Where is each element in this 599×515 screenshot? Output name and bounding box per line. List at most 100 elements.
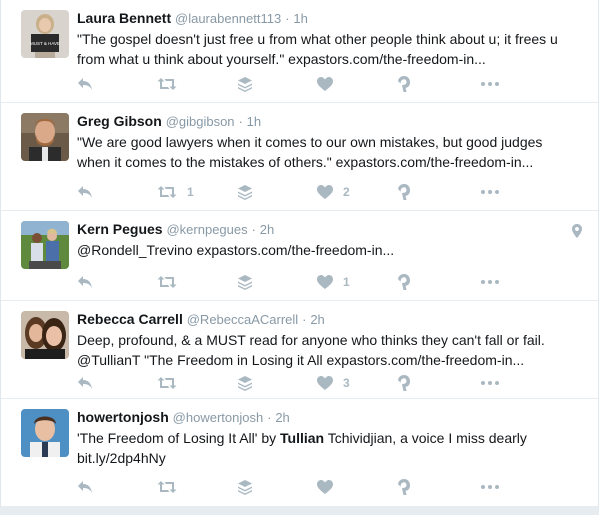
highlighted-term: Tullian [280, 430, 325, 446]
more-icon [481, 485, 499, 489]
user-handle[interactable]: @laurabennett113 [175, 11, 281, 26]
more-button[interactable] [477, 82, 541, 86]
avatar[interactable] [21, 221, 69, 269]
reply-button[interactable] [77, 376, 157, 390]
tweet-text: Deep, profound, & a MUST read for anyone… [77, 330, 586, 370]
tweet-text: 'The Freedom of Losing It All' by Tullia… [77, 428, 586, 468]
like-button[interactable]: 1 [317, 275, 397, 289]
tweet-text-line: "We are good lawyers when it comes to ou… [77, 134, 543, 150]
display-name[interactable]: Laura Bennett [77, 10, 171, 26]
vine-button[interactable] [397, 375, 477, 391]
more-icon [481, 381, 499, 385]
separator: · [302, 312, 307, 327]
moments-button[interactable] [237, 479, 317, 495]
tweet-link[interactable]: bit.ly/2dp4hNy [77, 448, 586, 468]
reply-icon [78, 481, 92, 493]
more-button[interactable] [477, 280, 541, 284]
tweet-text-line: 'The Freedom of Losing It All' by Tullia… [77, 428, 586, 448]
tweet-text-segment: Tchividjian, a voice I miss dearly [324, 430, 527, 446]
avatar-sign-text: MUST & HAVE [30, 41, 60, 46]
separator: · [285, 11, 290, 26]
moments-button[interactable] [237, 76, 317, 92]
retweet-button[interactable]: 1 [157, 185, 237, 199]
tweet[interactable]: Rebecca Carrell @RebeccaACarrell · 2h De… [1, 301, 598, 399]
like-count: 2 [343, 185, 350, 199]
display-name[interactable]: Greg Gibson [77, 113, 162, 129]
tweet[interactable]: Kern Pegues @kernpegues · 2h @Rondell_Tr… [1, 211, 598, 301]
like-button[interactable] [317, 480, 397, 494]
separator: · [267, 410, 272, 425]
layers-icon [238, 480, 252, 495]
reply-button[interactable] [77, 480, 157, 494]
more-icon [481, 190, 499, 194]
vine-icon [398, 274, 410, 290]
heart-icon [317, 376, 333, 390]
layers-icon [238, 376, 252, 391]
retweet-icon [157, 78, 177, 90]
avatar[interactable]: MUST & HAVE [21, 10, 69, 58]
retweet-button[interactable] [157, 376, 237, 390]
timestamp[interactable]: 2h [260, 222, 274, 237]
retweet-button[interactable] [157, 77, 237, 91]
vine-button[interactable] [397, 274, 477, 290]
layers-icon [238, 275, 252, 290]
avatar[interactable] [21, 409, 69, 457]
user-handle[interactable]: @gibgibson [166, 114, 235, 129]
moments-button[interactable] [237, 184, 317, 200]
separator: · [238, 114, 243, 129]
like-button[interactable] [317, 77, 397, 91]
avatar[interactable] [21, 311, 69, 359]
retweet-count: 1 [187, 185, 194, 199]
moments-button[interactable] [237, 274, 317, 290]
more-button[interactable] [477, 381, 541, 385]
user-handle[interactable]: @RebeccaACarrell [187, 312, 298, 327]
vine-button[interactable] [397, 479, 477, 495]
reply-button[interactable] [77, 77, 157, 91]
retweet-icon [157, 481, 177, 493]
tweet-text-line: @Rondell_Trevino expastors.com/the-freed… [77, 242, 395, 258]
location-pin-icon[interactable] [572, 224, 582, 238]
tweet-text-line: from what u think about yourself." expas… [77, 51, 486, 67]
tweet[interactable]: Greg Gibson @gibgibson · 1h "We are good… [1, 103, 598, 211]
reply-button[interactable] [77, 275, 157, 289]
tweet[interactable]: MUST & HAVE Laura Bennett @laurabennett1… [1, 0, 598, 103]
more-icon [481, 280, 499, 284]
display-name[interactable]: Kern Pegues [77, 221, 163, 237]
more-icon [481, 82, 499, 86]
tweet-text-line: "The gospel doesn't just free u from wha… [77, 31, 558, 47]
reply-icon [78, 78, 92, 90]
retweet-icon [157, 377, 177, 389]
reply-button[interactable] [77, 185, 157, 199]
timestamp[interactable]: 1h [293, 11, 307, 26]
tweet[interactable]: howertonjosh @howertonjosh · 2h 'The Fre… [1, 399, 598, 507]
vine-button[interactable] [397, 184, 477, 200]
moments-button[interactable] [237, 375, 317, 391]
retweet-icon [157, 276, 177, 288]
tweet-text: @Rondell_Trevino expastors.com/the-freed… [77, 240, 586, 260]
avatar[interactable] [21, 113, 69, 161]
heart-icon [317, 185, 333, 199]
user-handle[interactable]: @kernpegues [166, 222, 247, 237]
like-button[interactable]: 3 [317, 376, 397, 390]
retweet-icon [157, 186, 177, 198]
like-button[interactable]: 2 [317, 185, 397, 199]
timestamp[interactable]: 1h [247, 114, 261, 129]
tweet-actions: 1 [77, 272, 598, 292]
layers-icon [238, 185, 252, 200]
tweet-text: "The gospel doesn't just free u from wha… [77, 29, 586, 69]
display-name[interactable]: howertonjosh [77, 409, 169, 425]
vine-button[interactable] [397, 76, 477, 92]
vine-icon [398, 375, 410, 391]
tweet-actions: 3 [77, 373, 598, 393]
timestamp[interactable]: 2h [275, 410, 289, 425]
retweet-button[interactable] [157, 480, 237, 494]
heart-icon [317, 77, 333, 91]
display-name[interactable]: Rebecca Carrell [77, 311, 183, 327]
timestamp[interactable]: 2h [310, 312, 324, 327]
heart-icon [317, 480, 333, 494]
more-button[interactable] [477, 190, 541, 194]
retweet-button[interactable] [157, 275, 237, 289]
tweet-text: "We are good lawyers when it comes to ou… [77, 132, 586, 172]
more-button[interactable] [477, 485, 541, 489]
user-handle[interactable]: @howertonjosh [173, 410, 264, 425]
